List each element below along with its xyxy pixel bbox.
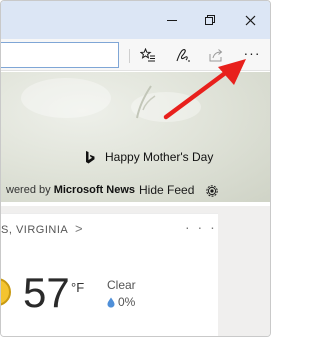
browser-window: ··· Happy Mother's Day wered by Microsof… [0,0,271,337]
microsoft-news-label: Microsoft News [53,184,135,196]
raindrop-icon [107,297,115,307]
restore-icon [205,15,215,25]
background-caption: Happy Mother's Day [105,150,214,164]
toolbar-separator [129,49,130,63]
card-menu-icon[interactable]: · · · [185,219,217,235]
minimize-icon [167,19,177,21]
powered-by-label: wered by Microsoft News [6,184,135,196]
temperature-value: 57 [23,269,70,316]
favorites-list-icon [140,48,155,62]
gear-icon[interactable] [205,184,219,198]
sun-icon [1,278,11,306]
title-bar [1,1,270,39]
annotation-arrow-icon [163,59,246,120]
close-icon [245,15,255,25]
close-button[interactable] [237,8,263,32]
address-bar[interactable] [1,42,119,68]
temperature-unit[interactable]: °F [71,280,84,295]
minimize-button[interactable] [159,8,185,32]
precipitation: 0% [107,295,135,309]
powered-by-prefix: wered by [6,184,54,196]
weather-card[interactable]: S, VIRGINIA > · · · 57 °F Clear 0% [1,213,218,336]
bing-logo-icon [86,150,95,163]
restore-button[interactable] [197,8,223,32]
hide-feed-button[interactable]: Hide Feed [139,183,194,197]
chevron-right-icon[interactable]: > [75,221,83,236]
weather-condition: Clear [107,278,136,292]
precipitation-value: 0% [118,295,136,309]
feed-header: wered by Microsoft News Hide Feed [1,180,270,202]
weather-location[interactable]: S, VIRGINIA [1,224,68,236]
bing-branding[interactable]: Happy Mother's Day [85,150,213,164]
